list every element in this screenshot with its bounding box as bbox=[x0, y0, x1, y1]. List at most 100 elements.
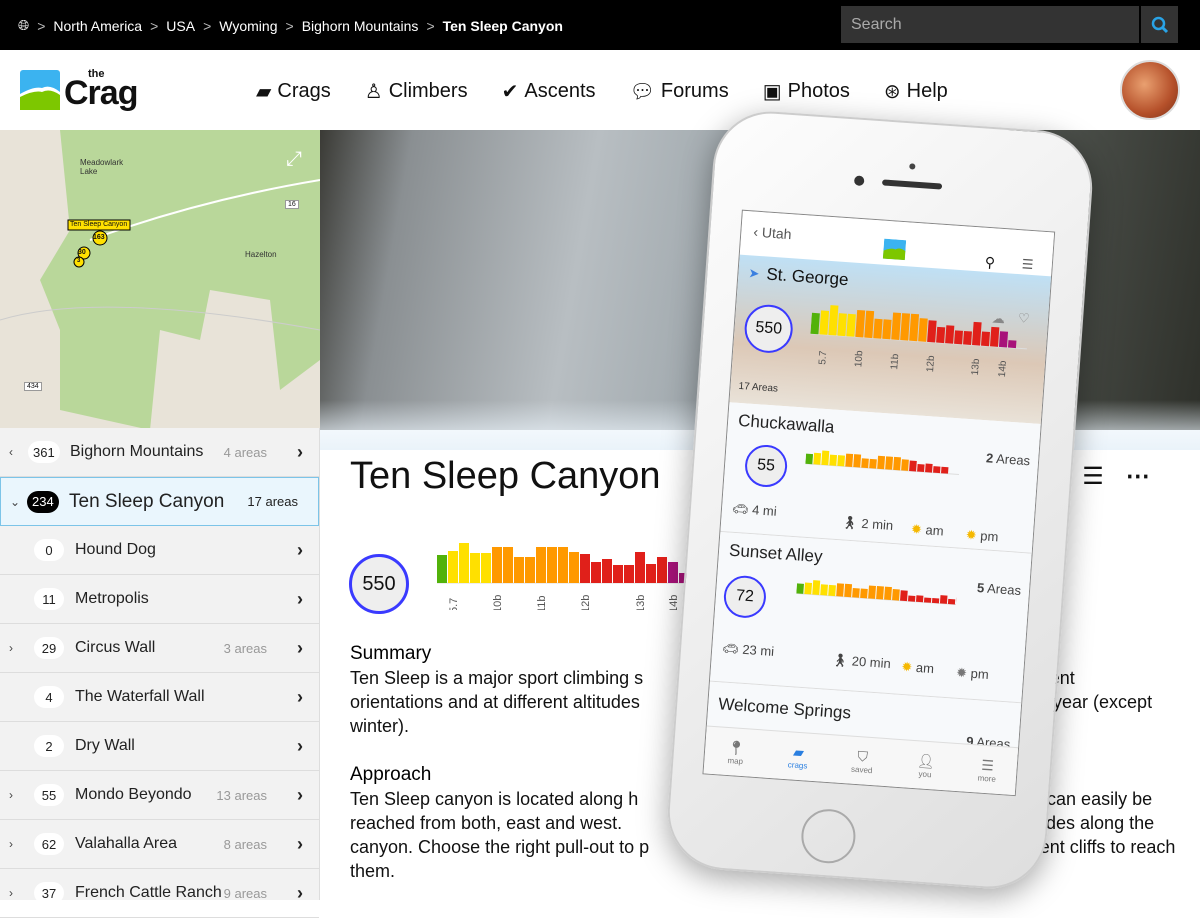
home-button[interactable] bbox=[799, 807, 858, 866]
card-areas: 5 Areas bbox=[977, 580, 1022, 598]
chevron-right-icon: › bbox=[297, 539, 303, 560]
sidebar-item[interactable]: 2 Dry Wall › bbox=[0, 722, 319, 771]
drive-value: 23 mi bbox=[741, 641, 775, 659]
map-marker[interactable]: 163 bbox=[93, 234, 105, 241]
bar bbox=[885, 456, 894, 470]
breadcrumb-wyoming[interactable]: Wyoming bbox=[219, 18, 277, 34]
tab-label: saved bbox=[850, 764, 873, 775]
nav-forums[interactable]: 💬︎ Forums bbox=[630, 79, 729, 104]
logo-mark bbox=[882, 238, 907, 261]
tab-more[interactable]: ☰ more bbox=[977, 756, 997, 783]
bar bbox=[796, 583, 804, 594]
bar bbox=[931, 598, 940, 604]
bar bbox=[813, 452, 822, 465]
bar bbox=[861, 458, 869, 469]
nav-ascents[interactable]: ✔ Ascents bbox=[502, 79, 596, 104]
sidebar-item[interactable]: 11 Metropolis › bbox=[0, 575, 319, 624]
item-areas: 9 areas bbox=[223, 885, 267, 901]
chevron-right-small-icon[interactable]: › bbox=[9, 641, 13, 655]
search-button[interactable] bbox=[1141, 6, 1178, 43]
bar bbox=[820, 584, 828, 596]
sidebar-item[interactable]: 0 Hound Dog › bbox=[0, 526, 319, 575]
bar bbox=[972, 321, 982, 346]
menu-icon: ☰ bbox=[980, 756, 995, 774]
more-icon[interactable]: ⋯ bbox=[1126, 462, 1150, 491]
bar bbox=[828, 305, 839, 336]
tab-you[interactable]: 👤︎ you bbox=[916, 752, 936, 779]
map[interactable]: Meadowlark Lake Ten Sleep Canyon 163 30 … bbox=[0, 130, 320, 428]
route-count-ring: 55 bbox=[743, 443, 789, 489]
drive-value: 4 mi bbox=[751, 502, 778, 519]
search-input[interactable] bbox=[841, 6, 1139, 43]
tick-label: 5.7 bbox=[448, 598, 460, 610]
breadcrumb-usa[interactable]: USA bbox=[166, 18, 195, 34]
tab-crags[interactable]: ▰ crags bbox=[788, 743, 809, 770]
check-icon: ✔ bbox=[501, 81, 519, 103]
page-title: Ten Sleep Canyon bbox=[350, 455, 661, 497]
sidebar-item-active[interactable]: ⌄ 234 Ten Sleep Canyon 17 areas bbox=[0, 477, 319, 526]
bar bbox=[855, 309, 866, 338]
back-link[interactable]: ‹ Utah bbox=[753, 224, 792, 243]
logo[interactable]: the Crag bbox=[20, 68, 150, 112]
route-count: 0 bbox=[34, 539, 64, 561]
map-marker[interactable]: 30 bbox=[78, 249, 86, 256]
tick-label: 14b bbox=[997, 360, 1009, 378]
sidebar-item-parent[interactable]: ‹ 361 Bighorn Mountains 4 areas › bbox=[0, 428, 319, 477]
bar bbox=[868, 585, 876, 599]
bar bbox=[864, 310, 875, 339]
sidebar-item[interactable]: › 62 Valahalla Area 8 areas › bbox=[0, 820, 319, 869]
route-count: 4 bbox=[34, 686, 64, 708]
item-name: French Cattle Ranch bbox=[75, 884, 222, 901]
breadcrumb-bighorn[interactable]: Bighorn Mountains bbox=[302, 18, 419, 34]
back-label: Utah bbox=[761, 224, 793, 243]
walk-icon: 🚶︎ bbox=[840, 514, 859, 531]
tick-label: 11b bbox=[889, 353, 901, 370]
chevron-right-small-icon[interactable]: › bbox=[9, 788, 13, 802]
crag-card[interactable]: Chuckawalla 2 Areas 55 🚗︎ 4 mi 🚶︎ 2 min … bbox=[720, 402, 1043, 554]
book-icon: ▰ bbox=[256, 81, 272, 103]
chevron-right-icon: › bbox=[297, 784, 303, 805]
card-name: Welcome Springs bbox=[717, 694, 852, 723]
tab-saved[interactable]: ⛉ saved bbox=[850, 747, 874, 775]
sidebar-item[interactable]: › 37 French Cattle Ranch 9 areas › bbox=[0, 869, 319, 918]
bar bbox=[936, 326, 946, 344]
bar bbox=[845, 453, 854, 467]
tick-label: 13b bbox=[635, 595, 647, 610]
sidebar-item[interactable]: 4 The Waterfall Wall › bbox=[0, 673, 319, 722]
chevron-right-small-icon[interactable]: › bbox=[9, 886, 13, 900]
globe-icon[interactable]: 🌐︎ bbox=[18, 17, 29, 34]
bar bbox=[933, 466, 941, 474]
chevron-right-small-icon[interactable]: › bbox=[9, 837, 13, 851]
nav-photos[interactable]: ▣ Photos bbox=[763, 79, 850, 104]
tab-map[interactable]: 📍︎ map bbox=[726, 738, 746, 765]
bar bbox=[668, 562, 678, 583]
fullscreen-icon[interactable]: ⤢ bbox=[286, 148, 302, 171]
avatar[interactable] bbox=[1120, 60, 1180, 120]
book-icon: ▰ bbox=[792, 743, 805, 760]
filter-icon[interactable]: ☰ bbox=[1021, 256, 1034, 273]
search-icon[interactable]: ⚲ bbox=[984, 254, 995, 272]
header-card[interactable]: ➤ St. George ☁ ♡ 550 5.7 10b 11b 12b 13b 14b … bbox=[729, 254, 1054, 425]
bar bbox=[481, 553, 491, 583]
route-count: 550 bbox=[754, 318, 783, 338]
summary-line: orientations and at different altitudes bbox=[350, 692, 640, 712]
bar bbox=[900, 313, 911, 341]
bar bbox=[558, 547, 568, 583]
route-count: 550 bbox=[362, 572, 396, 595]
chevron-left-icon: ‹ bbox=[9, 445, 13, 459]
item-name: Circus Wall bbox=[75, 639, 156, 656]
nav-climbers[interactable]: ♙ Climbers bbox=[365, 79, 468, 104]
crag-card[interactable]: Sunset Alley 5 Areas 72 🚗︎ 23 mi 🚶︎ 20 m… bbox=[709, 531, 1034, 704]
filter-icon[interactable]: ☰ bbox=[1082, 462, 1104, 491]
item-areas: 8 areas bbox=[223, 836, 267, 852]
route-count: 55 bbox=[34, 784, 64, 806]
sidebar-item[interactable]: › 29 Circus Wall 3 areas › bbox=[0, 624, 319, 673]
nav-crags[interactable]: ▰ Crags bbox=[256, 79, 331, 104]
route-count-ring: 550 bbox=[743, 303, 795, 355]
map-marker[interactable]: 3 bbox=[77, 258, 80, 264]
sidebar-item[interactable]: › 55 Mondo Beyondo 13 areas › bbox=[0, 771, 319, 820]
nav-help[interactable]: ⊛ Help bbox=[884, 79, 948, 104]
sidebar: ‹ 361 Bighorn Mountains 4 areas › ⌄ 234 … bbox=[0, 428, 320, 918]
bar bbox=[821, 450, 830, 466]
breadcrumb-north-america[interactable]: North America bbox=[53, 18, 142, 34]
